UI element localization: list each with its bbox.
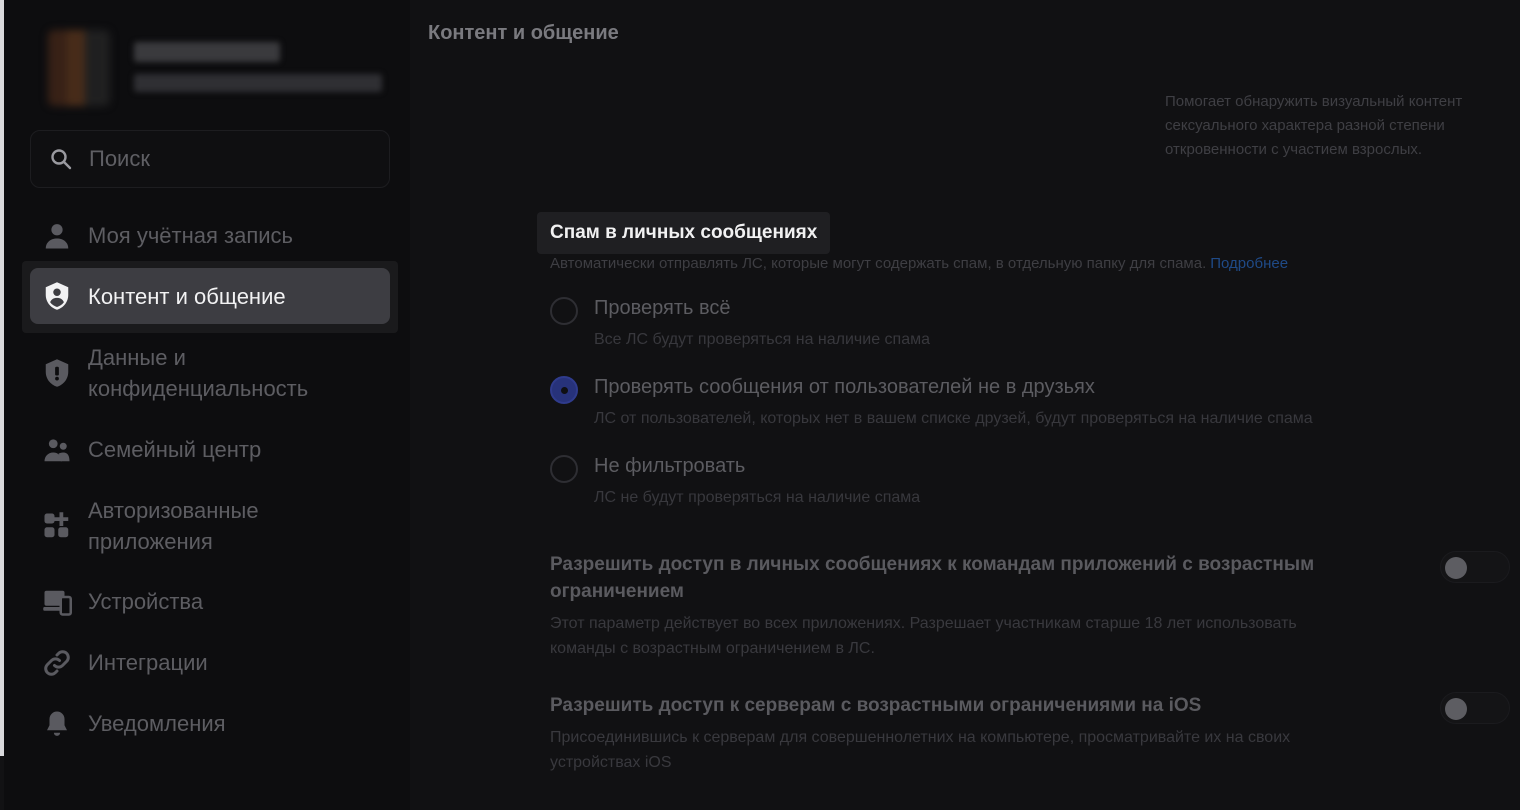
setting-description: Присоединившись к серверам для совершенн… (550, 729, 1291, 771)
sidebar-item-integrations[interactable]: Интеграции (30, 647, 390, 678)
radio-button[interactable] (550, 455, 578, 483)
search-box[interactable] (30, 130, 390, 188)
shield-lock-icon (45, 359, 69, 387)
setting-title: Разрешить доступ к серверам с возрастным… (550, 695, 1202, 716)
apps-icon (44, 512, 69, 538)
radio-label: Не фильтровать (594, 455, 746, 477)
radio-description: ЛС от пользователей, которых нет в вашем… (594, 410, 1313, 427)
spam-description-text: Автоматически отправлять ЛС, которые мог… (550, 255, 1207, 272)
sidebar-item-devices[interactable]: Устройства (30, 586, 390, 617)
age-restricted-servers-toggle[interactable] (1440, 692, 1510, 724)
sidebar-item-privacy[interactable]: Данные и конфиденциальность (30, 342, 390, 404)
sidebar-item-label: Семейный центр (88, 437, 262, 462)
active-pill[interactable]: Контент и общение (30, 268, 390, 324)
sidebar-item-label: Контент и общение (88, 283, 286, 309)
radio-button[interactable] (550, 297, 578, 325)
radio-description: Все ЛС будут проверяться на наличие спам… (594, 331, 931, 348)
setting-title: Разрешить доступ в личных сообщениях к к… (550, 554, 1315, 602)
devices-icon (43, 590, 72, 616)
sidebar-item-notifications[interactable]: Уведомления (30, 708, 390, 739)
sidebar-item-family[interactable]: Семейный центр (30, 434, 390, 465)
sidebar-item-content-social[interactable]: Контент и общение (22, 261, 398, 333)
age-restricted-commands-toggle[interactable] (1440, 551, 1510, 583)
explicit-content-hint: Помогает обнаружить визуальный контент с… (1165, 93, 1463, 158)
page-title: Контент и общение (428, 22, 619, 44)
bell-icon (47, 711, 67, 736)
setting-age-restricted-servers-ios: Разрешить доступ к серверам с возрастным… (550, 692, 1510, 775)
sidebar-item-label: Интеграции (88, 650, 208, 675)
radio-label: Проверять всё (594, 297, 731, 319)
radio-label: Проверять сообщения от пользователей не … (594, 376, 1095, 398)
learn-more-link[interactable]: Подробнее (1210, 255, 1288, 272)
sidebar-item-authorized-apps[interactable]: Авторизованные приложения (30, 495, 390, 557)
sidebar-item-label: Устройства (88, 589, 204, 614)
shield-face-icon (45, 282, 69, 310)
user-icon (45, 224, 69, 249)
sidebar-item-label: Авторизованные приложения (88, 498, 259, 554)
link-icon (44, 650, 70, 676)
spam-description: Автоматически отправлять ЛС, которые мог… (550, 255, 1288, 272)
setting-age-restricted-commands: Разрешить доступ в личных сообщениях к к… (550, 551, 1510, 661)
spam-section-tooltip: Спам в личных сообщениях (537, 212, 831, 254)
settings-window: Моя учётная запись Контент и общение (0, 0, 1520, 810)
avatar[interactable] (48, 30, 110, 106)
radio-description: ЛС не будут проверяться на наличие спама (594, 489, 921, 506)
search-icon (51, 149, 72, 170)
setting-description: Этот параметр действует во всех приложен… (550, 615, 1297, 657)
profile-subtitle-blurred (134, 74, 382, 92)
sidebar: Моя учётная запись Контент и общение (4, 0, 410, 810)
profile-name-blurred (134, 42, 280, 62)
content-panel: Контент и общение Помогает обнаружить ви… (410, 0, 1520, 810)
sidebar-item-account[interactable]: Моя учётная запись (30, 220, 390, 251)
search-input[interactable] (89, 146, 349, 172)
sidebar-item-label: Данные и конфиденциальность (88, 345, 309, 401)
sidebar-item-label: Уведомления (88, 711, 226, 736)
sidebar-item-label: Моя учётная запись (88, 223, 294, 248)
family-icon (44, 439, 70, 462)
radio-button-checked[interactable] (550, 376, 578, 404)
